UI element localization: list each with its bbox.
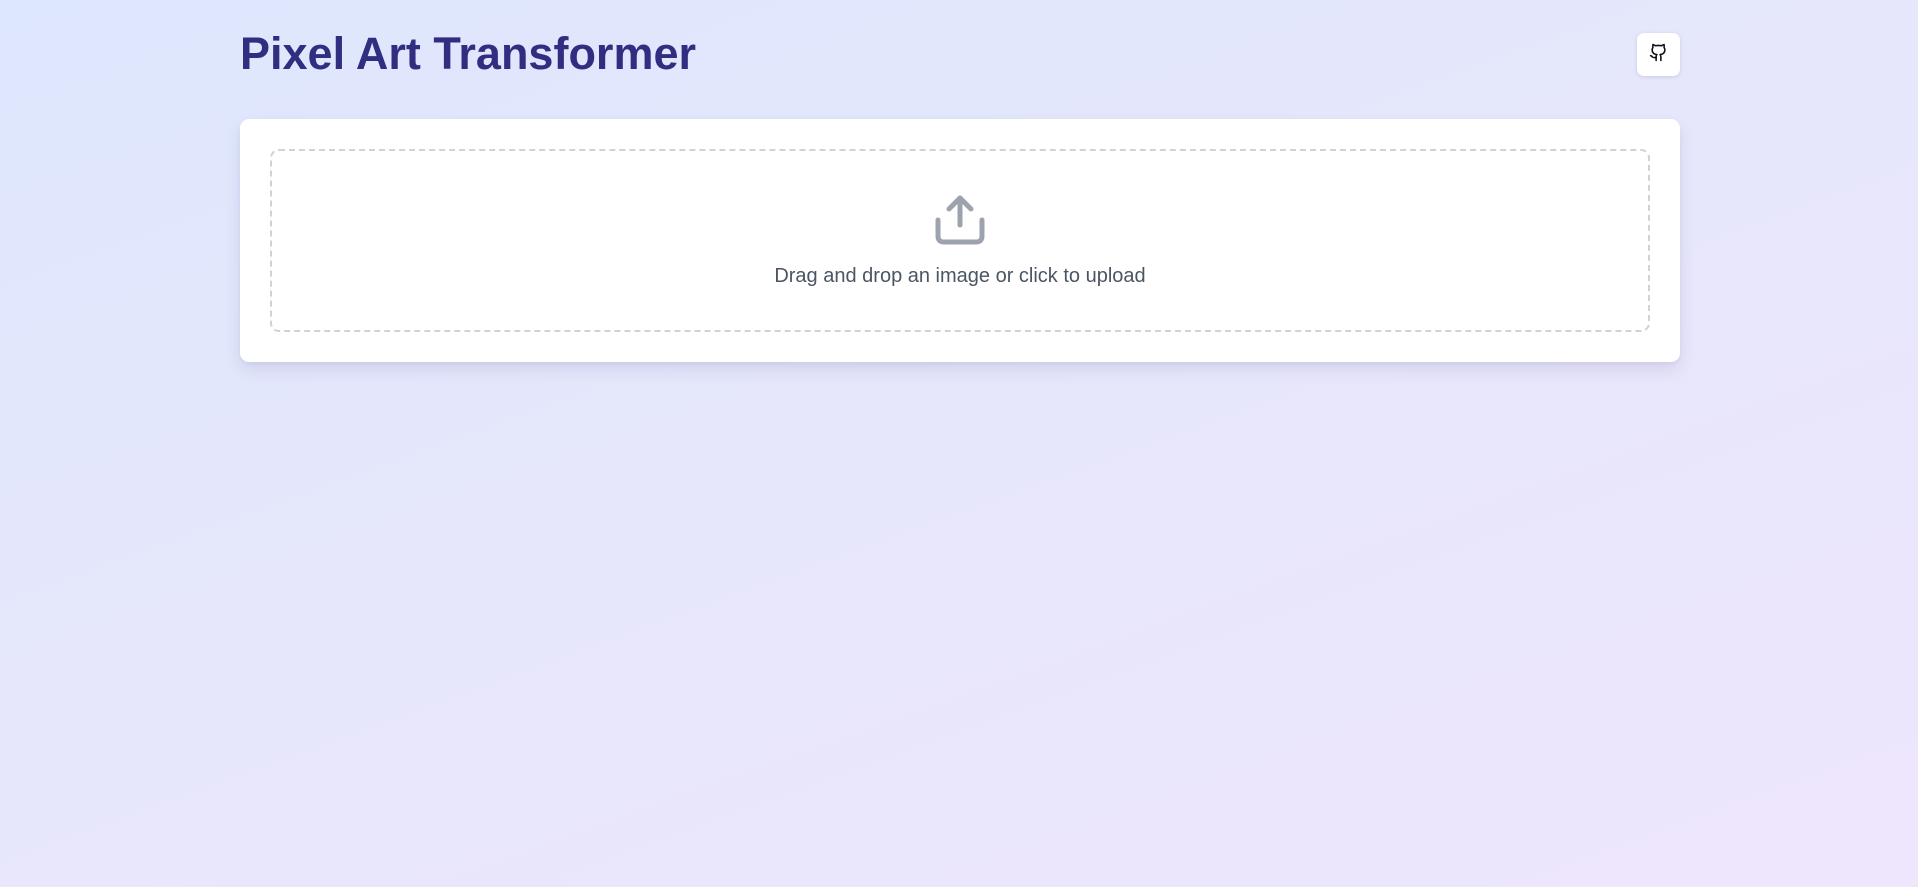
upload-dropzone[interactable]: Drag and drop an image or click to uploa… (270, 149, 1650, 332)
header: Pixel Art Transformer (240, 24, 1680, 84)
upload-prompt: Drag and drop an image or click to uploa… (774, 265, 1146, 287)
upload-card: Drag and drop an image or click to uploa… (240, 119, 1680, 362)
github-button[interactable] (1637, 33, 1680, 76)
page-title: Pixel Art Transformer (240, 28, 696, 79)
app-page: Pixel Art Transformer Drag and drop an i… (0, 0, 1918, 887)
upload-icon (933, 193, 987, 247)
github-icon (1649, 43, 1668, 67)
